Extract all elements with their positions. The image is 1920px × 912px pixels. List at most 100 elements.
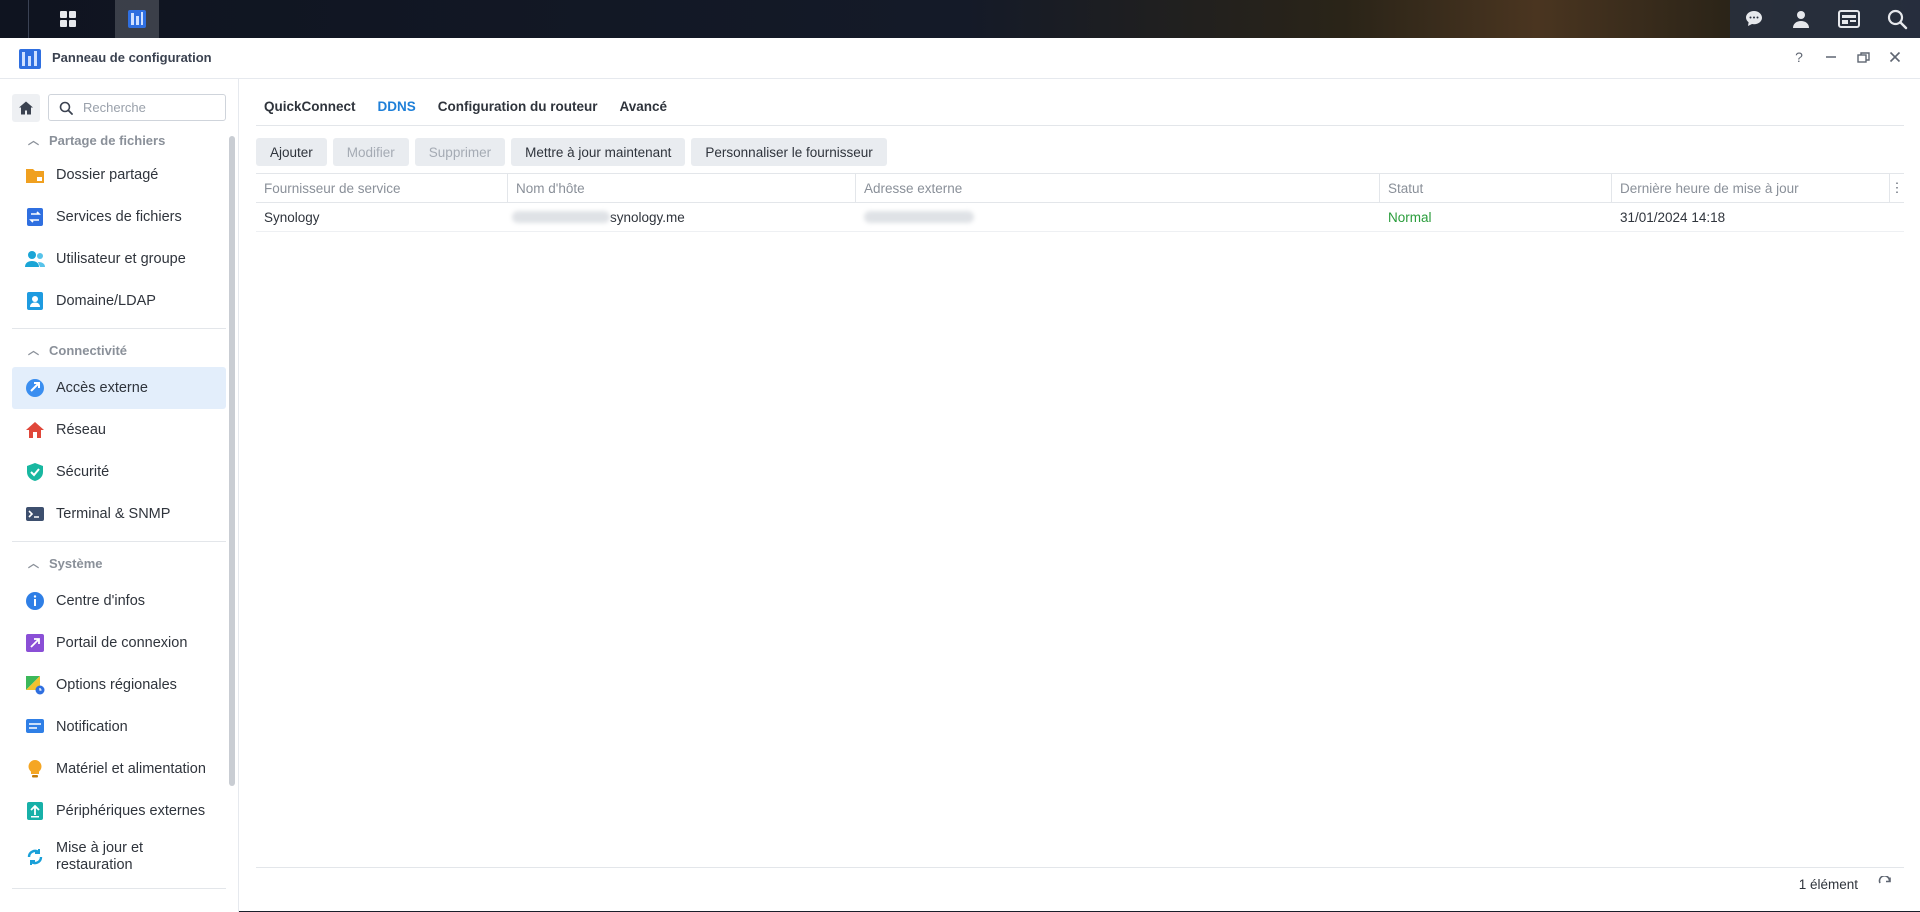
modify-button[interactable]: Modifier <box>332 138 409 166</box>
section-header-connectivity[interactable]: ︿ Connectivité <box>12 333 226 367</box>
taskbar-control-panel-button[interactable] <box>115 0 159 38</box>
external-devices-icon <box>24 800 46 822</box>
redacted-external-address <box>864 211 974 223</box>
sidebar: ︿ Partage de fichiers Dossier partagé Se… <box>0 79 239 912</box>
column-header-last-update[interactable]: Dernière heure de mise à jour <box>1612 174 1890 202</box>
more-vertical-icon: ⋮ <box>1890 180 1904 195</box>
tab-bar: QuickConnect DDNS Configuration du route… <box>256 89 1904 126</box>
home-icon <box>19 101 33 115</box>
sidebar-item-shared-folder[interactable]: Dossier partagé <box>12 154 226 196</box>
sidebar-item-external-devices[interactable]: Périphériques externes <box>12 790 226 832</box>
window-title: Panneau de configuration <box>52 50 212 65</box>
external-access-icon <box>24 377 46 399</box>
folder-icon <box>24 164 46 186</box>
sidebar-item-notification[interactable]: Notification <box>12 706 226 748</box>
terminal-icon <box>24 503 46 525</box>
sidebar-item-label: Réseau <box>56 422 106 438</box>
sidebar-item-label: Dossier partagé <box>56 167 159 183</box>
section-title: Système <box>49 555 103 571</box>
customize-provider-button[interactable]: Personnaliser le fournisseur <box>691 138 887 166</box>
section-title: Partage de fichiers <box>49 132 166 148</box>
sidebar-nav: ︿ Partage de fichiers Dossier partagé Se… <box>12 126 226 893</box>
refresh-button[interactable] <box>1878 874 1892 893</box>
sidebar-item-label: Notification <box>56 719 128 735</box>
section-header-system[interactable]: ︿ Système <box>12 546 226 580</box>
network-house-icon <box>24 419 46 441</box>
table-row[interactable]: Synology synology.me Normal 31/01/2024 1… <box>256 203 1904 232</box>
section-title: Connectivité <box>49 342 128 358</box>
tab-advanced[interactable]: Avancé <box>612 89 680 125</box>
sidebar-item-label: Portail de connexion <box>56 635 188 651</box>
window-controls: ? <box>1788 46 1906 68</box>
delete-button[interactable]: Supprimer <box>414 138 506 166</box>
column-header-hostname[interactable]: Nom d'hôte <box>508 174 856 202</box>
user-icon[interactable] <box>1790 8 1812 30</box>
sidebar-item-terminal-snmp[interactable]: Terminal & SNMP <box>12 493 226 535</box>
window-titlebar[interactable]: Panneau de configuration ? <box>0 38 1920 79</box>
help-button[interactable]: ? <box>1788 46 1810 68</box>
chat-icon[interactable] <box>1743 8 1765 30</box>
chevron-up-icon: ︿ <box>28 345 39 357</box>
sidebar-item-file-services[interactable]: Services de fichiers <box>12 196 226 238</box>
item-count: 1 élément <box>1798 876 1858 892</box>
search-input[interactable] <box>81 99 225 116</box>
chevron-up-icon: ︿ <box>28 558 39 570</box>
cell-provider: Synology <box>264 209 320 225</box>
control-panel-app-icon <box>19 49 41 69</box>
sidebar-item-label: Accès externe <box>56 380 148 396</box>
update-now-button[interactable]: Mettre à jour maintenant <box>511 138 686 166</box>
sidebar-search[interactable] <box>48 94 226 121</box>
sidebar-item-label: Périphériques externes <box>56 803 206 819</box>
search-icon[interactable] <box>1886 8 1908 30</box>
column-header-provider[interactable]: Fournisseur de service <box>256 174 508 202</box>
sidebar-item-network[interactable]: Réseau <box>12 409 226 451</box>
sidebar-item-label: Domaine/LDAP <box>56 293 156 309</box>
sidebar-item-label: Sécurité <box>56 464 110 480</box>
sidebar-item-security[interactable]: Sécurité <box>12 451 226 493</box>
table-header: Fournisseur de service Nom d'hôte Adress… <box>256 173 1904 203</box>
sidebar-item-user-group[interactable]: Utilisateur et groupe <box>12 238 226 280</box>
restore-button[interactable] <box>1852 46 1874 68</box>
close-icon <box>1889 51 1901 63</box>
add-button[interactable]: Ajouter <box>256 138 327 166</box>
sidebar-item-domain-ldap[interactable]: Domaine/LDAP <box>12 280 226 322</box>
minimize-icon <box>1826 56 1836 58</box>
cell-hostname: synology.me <box>508 203 856 231</box>
restore-icon <box>1856 51 1870 63</box>
tab-ddns[interactable]: DDNS <box>370 89 428 125</box>
sidebar-scrollbar[interactable] <box>229 136 235 786</box>
users-icon <box>24 248 46 270</box>
widgets-icon[interactable] <box>1837 8 1861 30</box>
column-header-status[interactable]: Statut <box>1380 174 1612 202</box>
sidebar-item-label: Options régionales <box>56 677 177 693</box>
taskbar-tray <box>1730 0 1920 38</box>
sidebar-item-label: Terminal & SNMP <box>56 506 171 522</box>
section-header-file-sharing[interactable]: ︿ Partage de fichiers <box>12 126 226 154</box>
main-menu-button[interactable] <box>46 0 90 38</box>
tab-router-configuration[interactable]: Configuration du routeur <box>430 89 610 125</box>
regional-options-icon <box>24 674 46 696</box>
sidebar-item-label: Mise à jour et restauration <box>56 840 144 873</box>
sidebar-item-hardware-power[interactable]: Matériel et alimentation <box>12 748 226 790</box>
column-header-external-address[interactable]: Adresse externe <box>856 174 1380 202</box>
close-button[interactable] <box>1884 46 1906 68</box>
sidebar-item-info-center[interactable]: Centre d'infos <box>12 580 226 622</box>
column-menu-button[interactable]: ⋮ <box>1890 180 1904 196</box>
sidebar-item-regional-options[interactable]: Options régionales <box>12 664 226 706</box>
home-button[interactable] <box>12 94 40 122</box>
control-panel-window: Panneau de configuration ? Recherche ︿ P… <box>0 38 1920 912</box>
tab-quickconnect[interactable]: QuickConnect <box>256 89 368 125</box>
hostname-domain: synology.me <box>610 209 685 225</box>
grid-icon <box>60 11 76 27</box>
sidebar-item-label: Matériel et alimentation <box>56 761 206 777</box>
sidebar-item-label: Services de fichiers <box>56 209 182 225</box>
sidebar-item-login-portal[interactable]: Portail de connexion <box>12 622 226 664</box>
control-panel-icon <box>128 10 146 28</box>
shield-icon <box>24 461 46 483</box>
cell-external-address <box>856 203 1380 231</box>
sidebar-item-update-restore[interactable]: Mise à jour et restauration <box>12 832 226 882</box>
sidebar-divider <box>12 888 226 889</box>
minimize-button[interactable] <box>1820 46 1842 68</box>
sidebar-item-external-access[interactable]: Accès externe <box>12 367 226 409</box>
update-restore-icon <box>24 846 46 868</box>
